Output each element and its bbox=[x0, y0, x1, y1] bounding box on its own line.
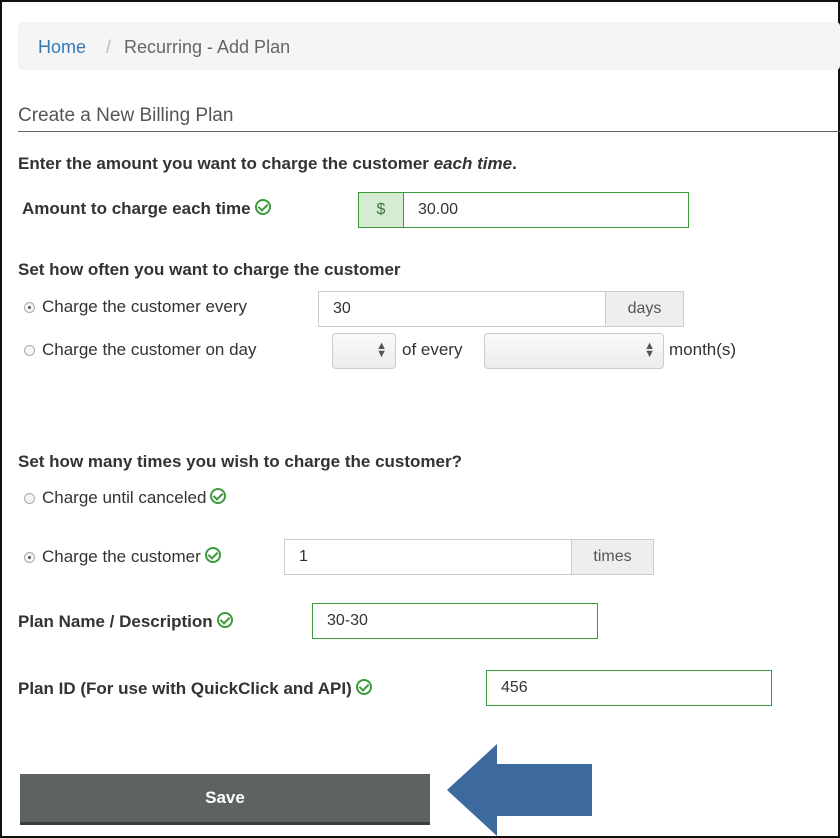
amount-label-text: Amount to charge each time bbox=[22, 199, 251, 218]
count-times-input[interactable]: 1 bbox=[284, 539, 572, 575]
chevron-updown-icon: ▲ ▼ bbox=[376, 340, 387, 360]
plan-name-input[interactable]: 30-30 bbox=[312, 603, 598, 639]
count-times-label-text: Charge the customer bbox=[42, 547, 201, 566]
count-times-label: Charge the customer bbox=[42, 547, 221, 567]
breadcrumb-separator: / bbox=[106, 37, 112, 57]
chevron-updown-icon: ▲ ▼ bbox=[644, 340, 655, 360]
amount-input[interactable]: 30.00 bbox=[403, 192, 689, 228]
screenshot-frame: Home / Recurring - Add Plan Create a New… bbox=[0, 0, 840, 838]
plan-id-label-text: Plan ID (For use with QuickClick and API… bbox=[18, 679, 352, 698]
month-interval-select[interactable]: ▲ ▼ bbox=[484, 333, 664, 369]
plan-id-input[interactable]: 456 bbox=[486, 670, 772, 706]
plan-name-label-text: Plan Name / Description bbox=[18, 612, 213, 631]
form-title-bar: Create a New Billing Plan bbox=[18, 105, 840, 132]
left-arrow-icon bbox=[447, 744, 592, 836]
plan-id-label: Plan ID (For use with QuickClick and API… bbox=[18, 679, 372, 699]
check-circle-icon bbox=[210, 488, 227, 504]
count-times-radio[interactable] bbox=[24, 552, 35, 563]
check-circle-icon bbox=[216, 612, 233, 628]
check-circle-icon bbox=[204, 547, 221, 563]
frequency-month-unit: month(s) bbox=[669, 340, 737, 359]
amount-heading-emphasis: each time bbox=[433, 154, 513, 173]
frequency-days-input[interactable]: 30 bbox=[318, 291, 606, 327]
frequency-every-radio[interactable] bbox=[24, 302, 35, 313]
count-until-label: Charge until canceled bbox=[42, 488, 227, 508]
breadcrumb-home-link[interactable]: Home bbox=[38, 37, 86, 58]
count-heading: Set how many times you wish to charge th… bbox=[18, 452, 462, 471]
frequency-day-radio[interactable] bbox=[24, 345, 35, 356]
frequency-heading: Set how often you want to charge the cus… bbox=[18, 260, 401, 279]
frequency-days-addon: days bbox=[605, 291, 684, 327]
count-until-label-text: Charge until canceled bbox=[42, 488, 207, 507]
check-circle-icon bbox=[254, 199, 271, 215]
amount-heading: Enter the amount you want to charge the … bbox=[18, 154, 517, 174]
form-title: Create a New Billing Plan bbox=[18, 105, 234, 126]
amount-label: Amount to charge each time bbox=[22, 199, 271, 219]
frequency-day-label: Charge the customer on day bbox=[42, 340, 257, 359]
frequency-of-every-label: of every bbox=[402, 340, 463, 359]
amount-heading-suffix: . bbox=[512, 154, 517, 173]
check-circle-icon bbox=[355, 679, 372, 695]
breadcrumb-current: Recurring - Add Plan bbox=[124, 37, 291, 57]
save-button[interactable]: Save bbox=[20, 774, 430, 825]
plan-name-label: Plan Name / Description bbox=[18, 612, 233, 632]
count-until-radio[interactable] bbox=[24, 493, 35, 504]
day-select[interactable]: ▲ ▼ bbox=[332, 333, 396, 369]
breadcrumb: Home / Recurring - Add Plan bbox=[18, 22, 840, 70]
amount-heading-text: Enter the amount you want to charge the … bbox=[18, 154, 434, 173]
count-times-addon: times bbox=[571, 539, 654, 575]
frequency-every-label: Charge the customer every bbox=[42, 297, 248, 316]
currency-addon: $ bbox=[358, 192, 404, 228]
